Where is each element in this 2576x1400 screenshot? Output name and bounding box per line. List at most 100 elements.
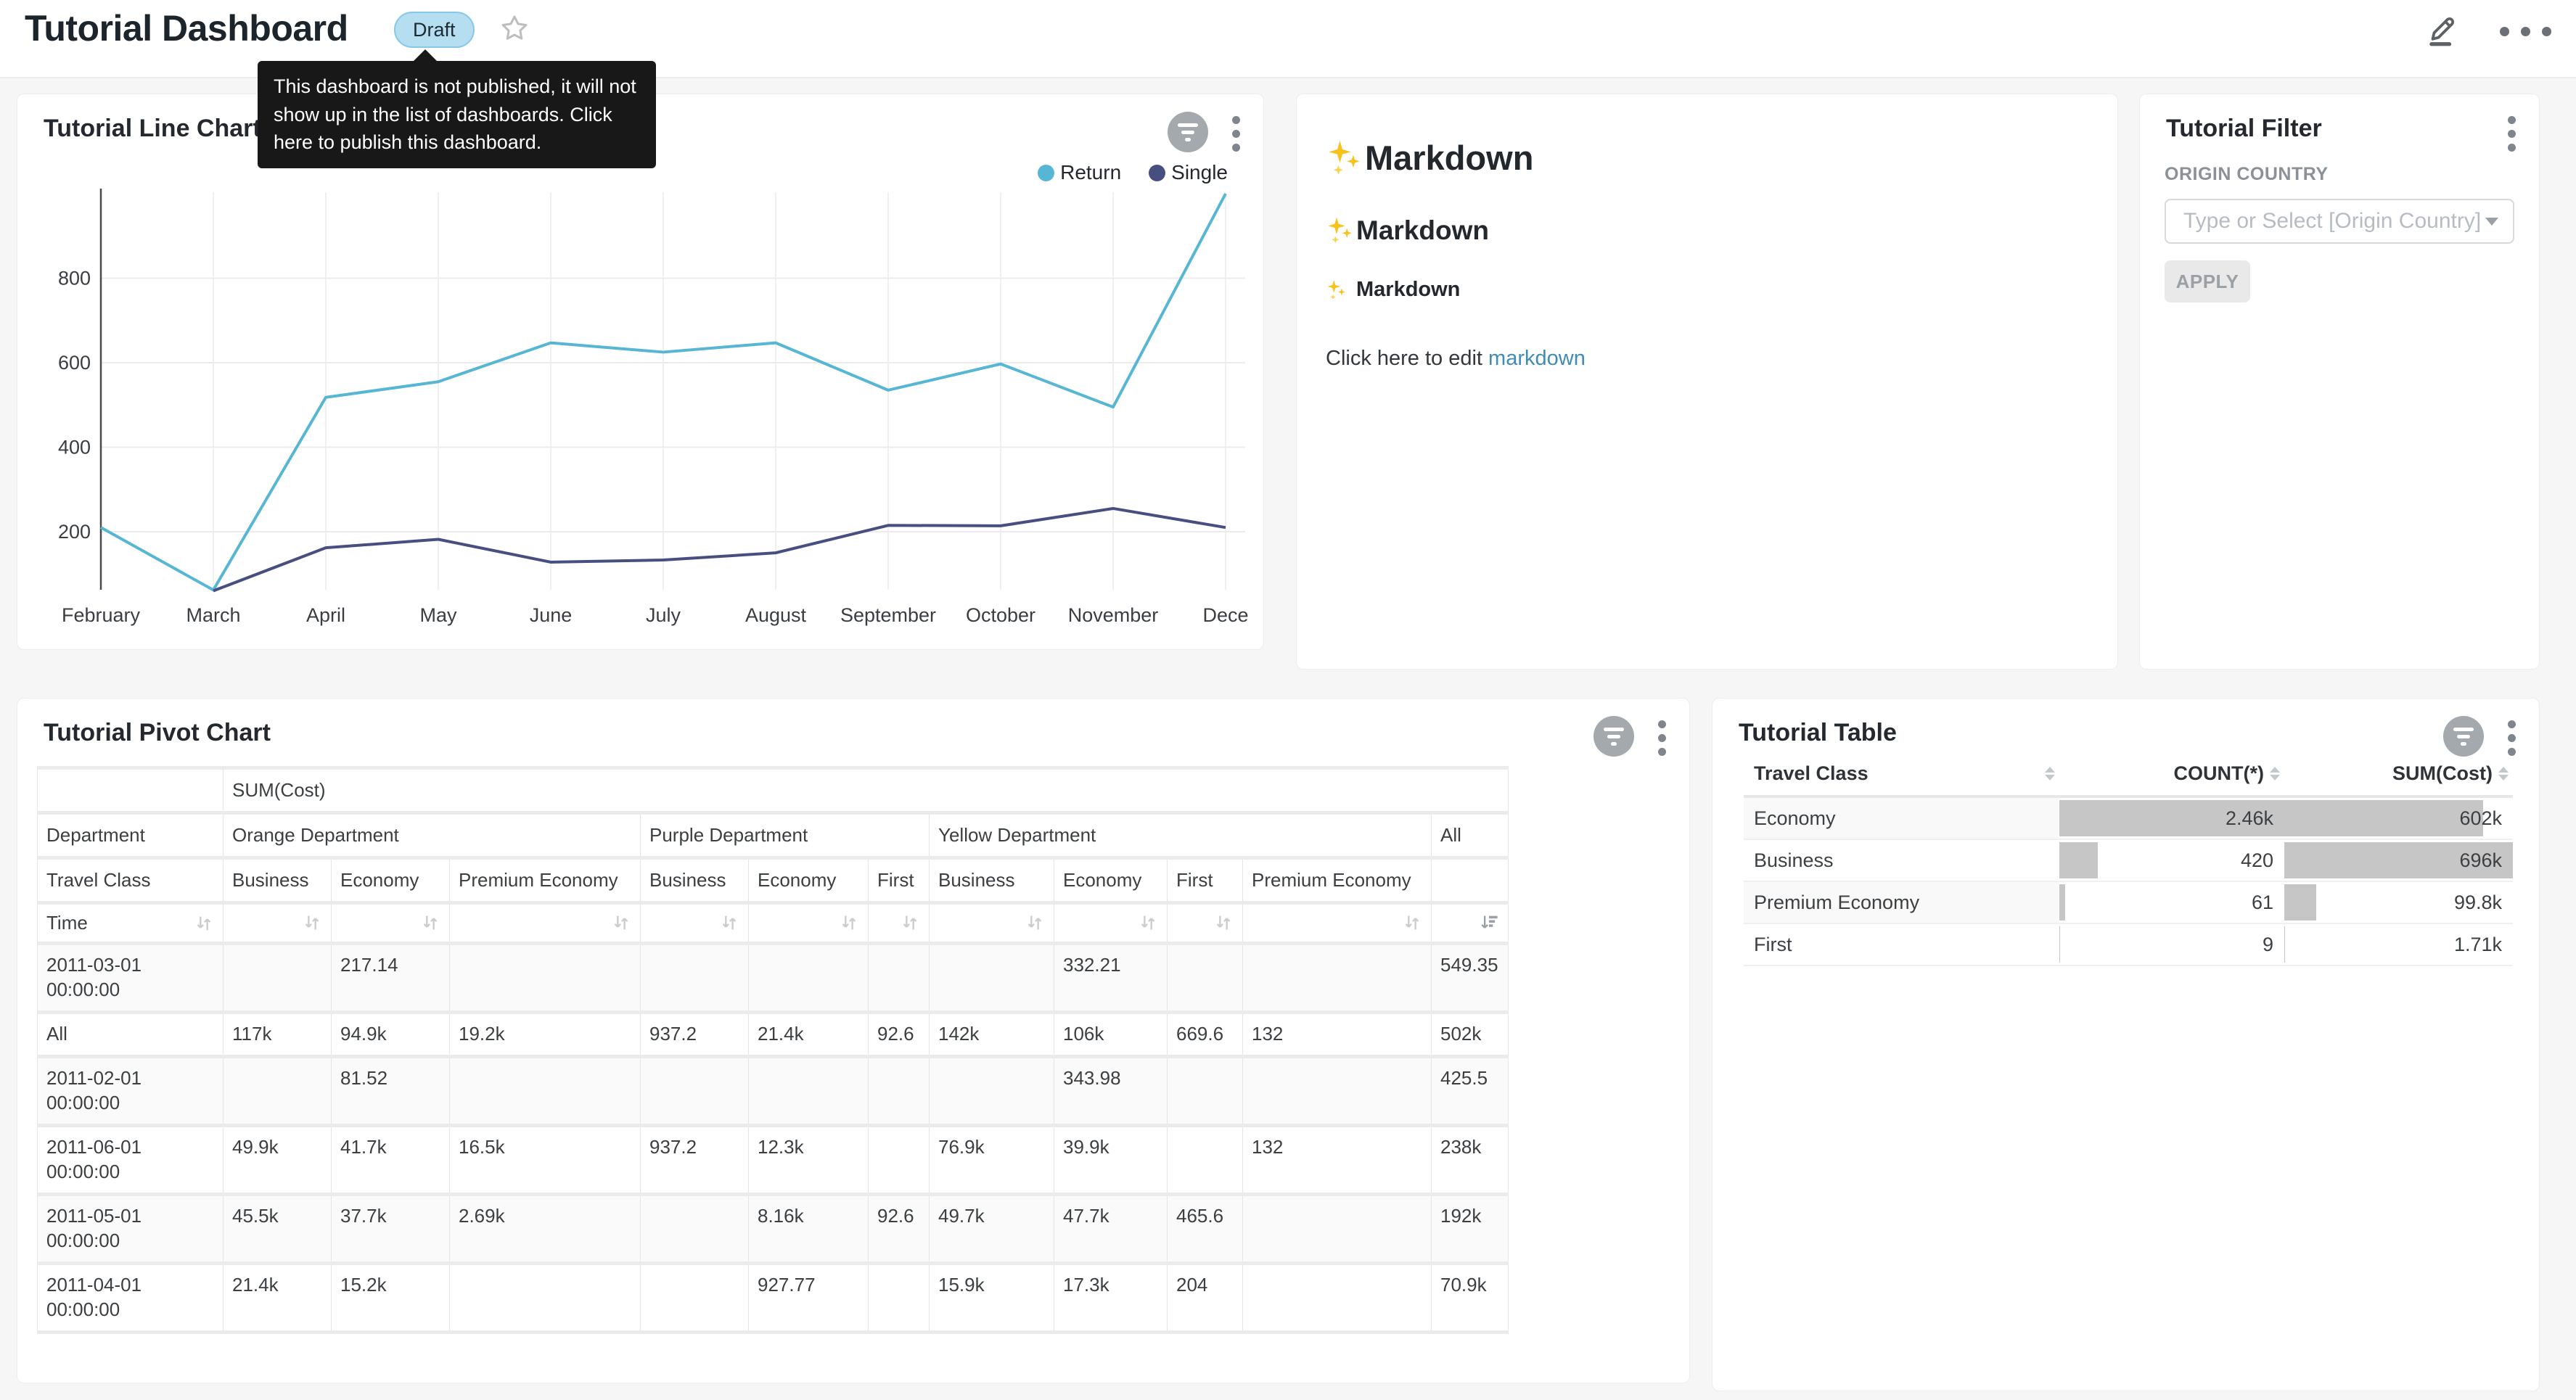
sum-cell: 696k — [2284, 839, 2513, 881]
sparkles-icon — [1326, 279, 1348, 301]
sort-desc-icon[interactable] — [1432, 903, 1509, 944]
pivot-class-col: First — [1168, 858, 1243, 903]
count-cell: 61 — [2059, 881, 2284, 923]
travel-class-cell: Economy — [1744, 796, 2059, 839]
status-badge[interactable]: Draft — [394, 12, 475, 48]
markdown-h1-text: Markdown — [1365, 138, 1533, 178]
pivot-value-cell: 117k — [223, 1013, 332, 1057]
publish-tooltip: This dashboard is not published, it will… — [258, 61, 656, 168]
pivot-value-cell — [749, 944, 869, 1013]
legend-item-single[interactable]: Single — [1149, 161, 1228, 184]
origin-country-label: ORIGIN COUNTRY — [2165, 164, 2329, 185]
favorite-star-icon[interactable] — [499, 13, 530, 44]
apply-button[interactable]: APPLY — [2165, 260, 2250, 302]
pivot-value-cell: 47.7k — [1054, 1195, 1168, 1264]
y-tick-label: 400 — [58, 437, 91, 458]
markdown-h1: Markdown — [1326, 138, 2088, 178]
pivot-value-cell: 132 — [1243, 1126, 1432, 1195]
series-line-single[interactable] — [213, 508, 1226, 591]
x-tick-label: August — [745, 604, 807, 626]
pivot-chart-card: Tutorial Pivot Chart SUM(Cost)Department… — [17, 698, 1690, 1383]
sort-icon[interactable] — [223, 903, 332, 944]
y-tick-label: 600 — [58, 352, 91, 374]
x-tick-label: April — [306, 604, 345, 626]
sort-icon[interactable] — [1243, 903, 1432, 944]
legend-label: Return — [1060, 161, 1121, 184]
return-series-dot — [1038, 165, 1054, 181]
sort-icon[interactable] — [869, 903, 930, 944]
pivot-class-label: Travel Class — [38, 858, 223, 903]
chart-legend: Return Single — [1038, 161, 1228, 184]
pivot-value-cell: 669.6 — [1168, 1013, 1243, 1057]
pivot-value-cell: 70.9k — [1432, 1264, 1509, 1333]
line-chart-card: Tutorial Line Chart Return Single 200400… — [17, 94, 1264, 650]
header-actions — [2424, 13, 2551, 50]
x-tick-label: February — [62, 604, 141, 626]
x-tick-label: May — [419, 604, 457, 626]
pivot-value-cell: 8.16k — [749, 1195, 869, 1264]
filter-card: Tutorial Filter ORIGIN COUNTRY Type or S… — [2139, 94, 2540, 670]
sort-icon[interactable] — [450, 903, 641, 944]
x-tick-label: Dece — [1202, 604, 1248, 626]
applied-filter-indicator-icon[interactable] — [1593, 716, 1634, 757]
pivot-value-cell: 927.77 — [749, 1264, 869, 1333]
travel-class-cell: Premium Economy — [1744, 881, 2059, 923]
pivot-value-cell: 49.9k — [223, 1126, 332, 1195]
pivot-value-cell: 12.3k — [749, 1126, 869, 1195]
count-cell: 2.46k — [2059, 796, 2284, 839]
sort-icon[interactable] — [930, 903, 1054, 944]
more-vertical-icon[interactable] — [2503, 717, 2520, 758]
pivot-value-cell: 343.98 — [1054, 1057, 1168, 1126]
sort-icon[interactable] — [1054, 903, 1168, 944]
pivot-class-col: Business — [641, 858, 749, 903]
col-header-travel-class[interactable]: Travel Class — [1744, 757, 2059, 796]
y-tick-label: 200 — [58, 521, 91, 543]
x-tick-label: March — [186, 604, 240, 626]
col-header-sum[interactable]: SUM(Cost) — [2284, 757, 2513, 796]
pivot-cell — [38, 768, 223, 813]
pivot-value-cell — [641, 1057, 749, 1126]
markdown-paragraph: Click here to edit markdown — [1326, 347, 2088, 371]
page-title: Tutorial Dashboard — [25, 7, 348, 49]
pivot-row-label: 2011-02-0100:00:00 — [38, 1057, 223, 1126]
legend-item-return[interactable]: Return — [1038, 161, 1121, 184]
pivot-cell — [1432, 858, 1509, 903]
pivot-value-cell: 549.35 — [1432, 944, 1509, 1013]
sort-icon[interactable] — [1168, 903, 1243, 944]
more-horizontal-icon[interactable] — [2500, 27, 2551, 36]
pivot-value-cell: 2.69k — [450, 1195, 641, 1264]
origin-country-select[interactable]: Type or Select [Origin Country] — [2165, 199, 2514, 244]
sort-icon[interactable] — [641, 903, 749, 944]
pivot-value-cell: 192k — [1432, 1195, 1509, 1264]
more-vertical-icon[interactable] — [2503, 113, 2520, 154]
pivot-value-cell: 17.3k — [1054, 1264, 1168, 1333]
pivot-time-header[interactable]: Time — [38, 903, 223, 944]
applied-filter-indicator-icon[interactable] — [2443, 716, 2484, 757]
markdown-card: Markdown Markdown Markdown Click here to… — [1296, 94, 2118, 670]
pivot-value-cell — [869, 1057, 930, 1126]
pivot-dept-group: Orange Department — [223, 813, 641, 858]
pivot-value-cell: 92.6 — [869, 1013, 930, 1057]
markdown-edit-link[interactable]: markdown — [1488, 347, 1586, 370]
pivot-value-cell: 21.4k — [223, 1264, 332, 1333]
pivot-row-label: 2011-04-0100:00:00 — [38, 1264, 223, 1333]
pivot-value-cell — [869, 944, 930, 1013]
edit-pencil-icon[interactable] — [2424, 13, 2458, 50]
pivot-table-wrap: SUM(Cost)DepartmentOrange DepartmentPurp… — [37, 766, 1509, 1334]
pivot-value-cell — [869, 1126, 930, 1195]
pivot-value-cell: 21.4k — [749, 1013, 869, 1057]
more-vertical-icon[interactable] — [1653, 717, 1670, 758]
pivot-value-cell: 49.7k — [930, 1195, 1054, 1264]
col-header-count[interactable]: COUNT(*) — [2059, 757, 2284, 796]
x-tick-label: June — [530, 604, 573, 626]
pivot-class-col: Economy — [1054, 858, 1168, 903]
markdown-paragraph-text: Click here to edit — [1326, 347, 1488, 370]
pivot-class-col: Economy — [749, 858, 869, 903]
pivot-class-col: Economy — [332, 858, 450, 903]
pivot-value-cell — [450, 944, 641, 1013]
sort-icon[interactable] — [332, 903, 450, 944]
pivot-value-cell: 45.5k — [223, 1195, 332, 1264]
sort-icon[interactable] — [749, 903, 869, 944]
markdown-h2: Markdown — [1326, 215, 2088, 246]
pivot-value-cell: 332.21 — [1054, 944, 1168, 1013]
